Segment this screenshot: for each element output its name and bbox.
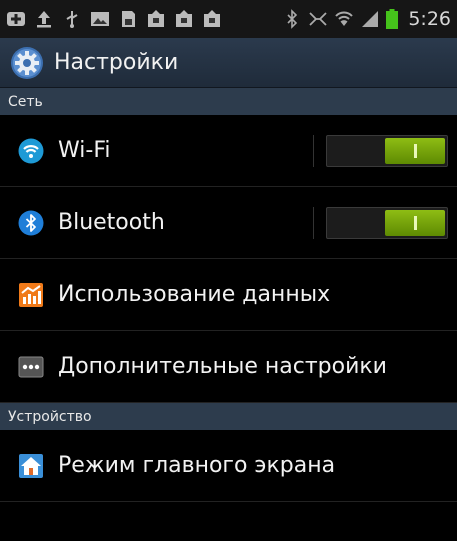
cell-signal-icon: [360, 9, 380, 29]
settings-item-wifi[interactable]: Wi-Fi: [0, 115, 457, 187]
bluetooth-toggle[interactable]: [326, 207, 448, 239]
settings-item-home-screen[interactable]: Режим главного экрана: [0, 430, 457, 502]
action-bar: Настройки: [0, 38, 457, 88]
settings-item-label: Bluetooth: [58, 210, 165, 235]
divider: [313, 207, 314, 239]
bluetooth-icon: [282, 9, 302, 29]
nfc-icon: [308, 9, 328, 29]
notification-icon: [146, 9, 166, 29]
divider: [313, 135, 314, 167]
notification-icon: [174, 9, 194, 29]
home-screen-icon: [18, 453, 44, 479]
settings-item-label: Режим главного экрана: [58, 453, 336, 478]
add-icon: [6, 9, 26, 29]
wifi-icon: [18, 138, 44, 164]
settings-gear-icon[interactable]: [10, 46, 44, 80]
wifi-toggle[interactable]: [326, 135, 448, 167]
settings-item-label: Дополнительные настройки: [58, 354, 387, 379]
data-usage-icon: [18, 282, 44, 308]
wifi-signal-icon: [334, 9, 354, 29]
upload-icon: [34, 9, 54, 29]
settings-item-more[interactable]: Дополнительные настройки: [0, 331, 457, 403]
image-icon: [90, 9, 110, 29]
more-icon: [18, 354, 44, 380]
toggle-knob: [385, 210, 445, 236]
battery-icon: [386, 9, 399, 29]
section-label: Устройство: [8, 408, 92, 425]
settings-item-label: Использование данных: [58, 282, 331, 307]
clock: 5:26: [408, 8, 451, 30]
notification-icon: [202, 9, 222, 29]
notification-icons: [6, 9, 222, 29]
toggle-knob: [385, 138, 445, 164]
settings-item-label: Wi-Fi: [58, 138, 111, 163]
section-header-device: Устройство: [0, 403, 457, 430]
system-icons: 5:26: [282, 8, 451, 30]
bluetooth-icon: [18, 210, 44, 236]
status-bar: 5:26: [0, 0, 457, 38]
section-label: Сеть: [8, 93, 43, 110]
section-header-network: Сеть: [0, 88, 457, 115]
usb-icon: [62, 9, 82, 29]
page-title: Настройки: [54, 50, 179, 75]
settings-item-data-usage[interactable]: Использование данных: [0, 259, 457, 331]
sd-card-icon: [118, 9, 138, 29]
settings-item-bluetooth[interactable]: Bluetooth: [0, 187, 457, 259]
